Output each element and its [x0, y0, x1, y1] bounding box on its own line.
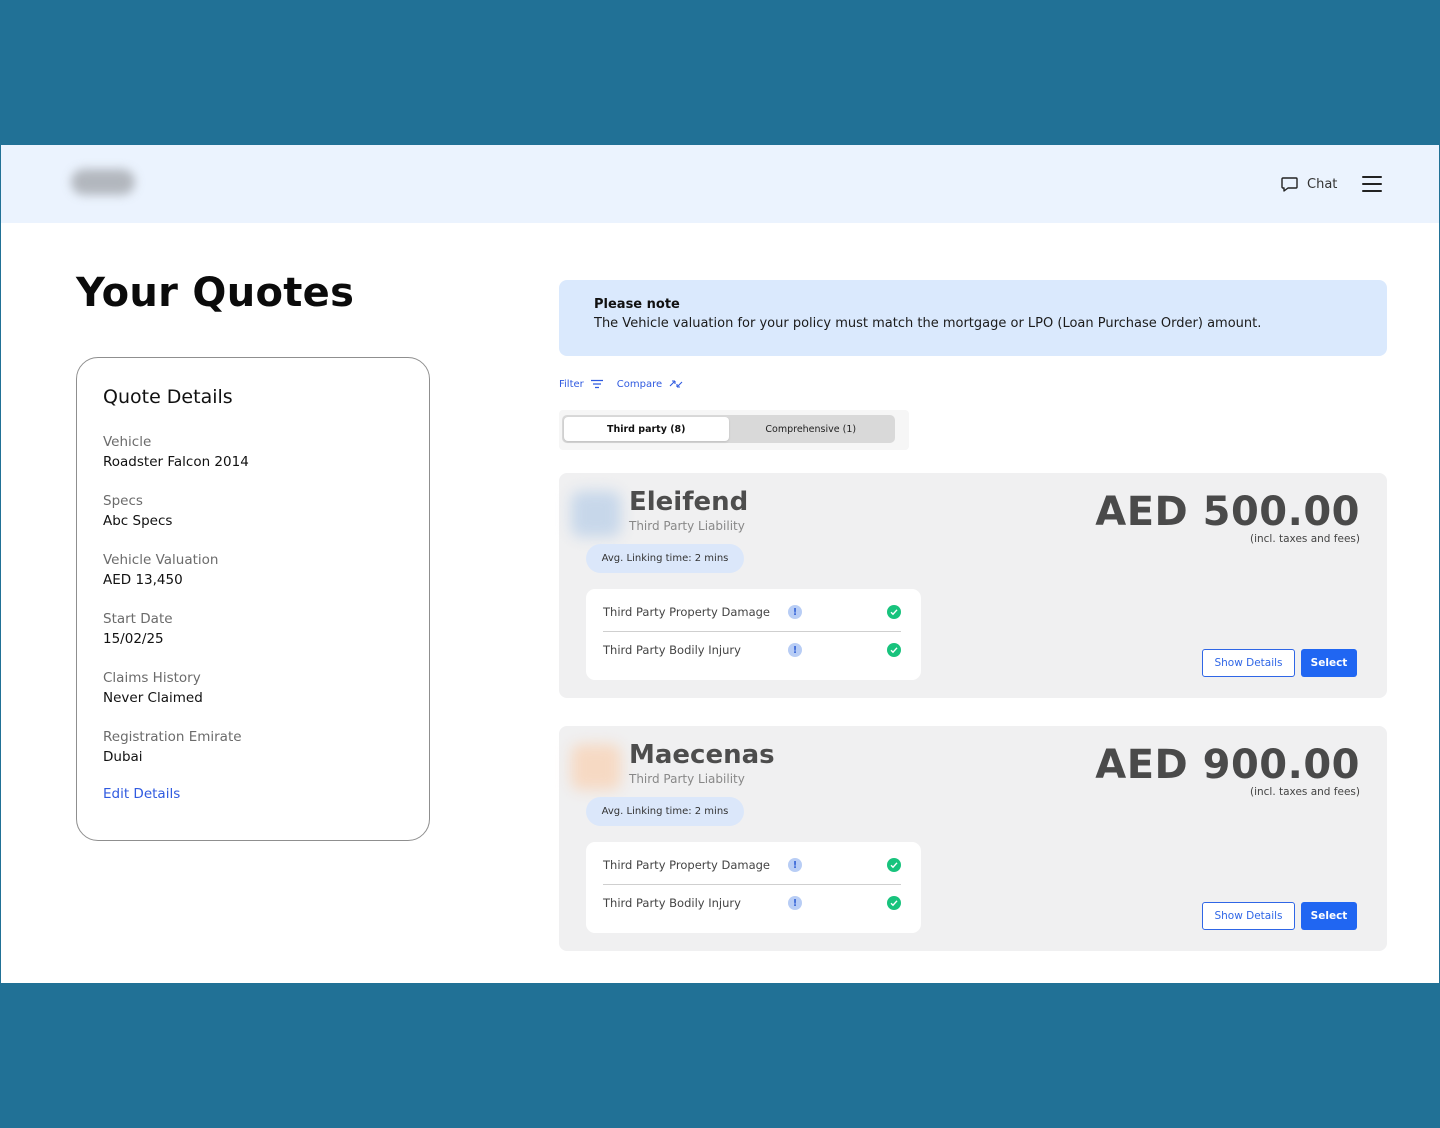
tab-third-party[interactable]: Third party (8)	[564, 417, 729, 441]
check-icon	[887, 605, 901, 619]
price-note: (incl. taxes and fees)	[1249, 533, 1360, 545]
cover-item: Third Party Bodily Injury !	[603, 631, 901, 669]
field-value: Dubai	[103, 749, 143, 765]
compare-icon	[669, 380, 683, 388]
show-details-button[interactable]: Show Details	[1202, 649, 1295, 677]
field-value: AED 13,450	[103, 572, 183, 588]
insurer-name: Eleifend	[629, 487, 749, 517]
insurer-logo	[571, 491, 621, 537]
app-window: Chat Your Quotes Quote Details Vehicle R…	[1, 145, 1439, 983]
tab-comprehensive[interactable]: Comprehensive (1)	[729, 417, 894, 441]
filter-icon	[590, 379, 603, 389]
note-text: The Vehicle valuation for your policy mu…	[594, 316, 1262, 331]
field-label: Vehicle Valuation	[103, 552, 219, 568]
field-label: Vehicle	[103, 434, 152, 450]
cover-label: Third Party Bodily Injury	[603, 896, 741, 910]
check-icon	[887, 858, 901, 872]
page-title: Your Quotes	[76, 270, 355, 316]
cover-list: Third Party Property Damage ! Third Part…	[586, 842, 921, 933]
filter-button[interactable]: Filter	[559, 378, 603, 390]
quote-price: AED 900.00	[1095, 742, 1360, 788]
field-vehicle: Vehicle Roadster Falcon 2014	[103, 432, 249, 472]
field-start-date: Start Date 15/02/25	[103, 609, 173, 649]
quote-price: AED 500.00	[1095, 489, 1360, 535]
quote-details-card: Quote Details Vehicle Roadster Falcon 20…	[76, 357, 430, 841]
brand-logo[interactable]	[71, 169, 135, 195]
chat-bubble-icon	[1280, 175, 1299, 194]
note-title: Please note	[594, 297, 680, 312]
field-value: 15/02/25	[103, 631, 164, 647]
plan-name: Third Party Liability	[629, 772, 745, 786]
insurer-name: Maecenas	[629, 740, 775, 770]
cover-item: Third Party Bodily Injury !	[603, 884, 901, 922]
chat-label: Chat	[1307, 176, 1338, 192]
quote-card: Eleifend Third Party Liability Avg. Link…	[559, 473, 1387, 698]
quote-card: Maecenas Third Party Liability Avg. Link…	[559, 726, 1387, 951]
info-icon[interactable]: !	[788, 643, 802, 657]
info-icon[interactable]: !	[788, 605, 802, 619]
insurer-logo	[571, 744, 621, 790]
coverage-tabs: Third party (8) Comprehensive (1)	[559, 410, 909, 450]
linking-time-badge: Avg. Linking time: 2 mins	[586, 544, 744, 573]
info-icon[interactable]: !	[788, 896, 802, 910]
check-icon	[887, 896, 901, 910]
field-label: Specs	[103, 493, 143, 509]
chat-button[interactable]: Chat	[1280, 173, 1337, 195]
select-button[interactable]: Select	[1301, 649, 1357, 677]
cover-label: Third Party Bodily Injury	[603, 643, 741, 657]
linking-time-badge: Avg. Linking time: 2 mins	[586, 797, 744, 826]
hamburger-menu-icon[interactable]	[1362, 176, 1382, 192]
compare-button[interactable]: Compare	[617, 378, 683, 390]
cover-item: Third Party Property Damage !	[603, 846, 901, 885]
field-vehicle-valuation: Vehicle Valuation AED 13,450	[103, 550, 218, 590]
show-details-button[interactable]: Show Details	[1202, 902, 1295, 930]
field-value: Abc Specs	[103, 513, 173, 529]
field-label: Claims History	[103, 670, 201, 686]
field-label: Start Date	[103, 611, 173, 627]
field-claims-history: Claims History Never Claimed	[103, 668, 203, 708]
toolbar: Filter Compare	[559, 378, 683, 390]
info-icon[interactable]: !	[788, 858, 802, 872]
field-specs: Specs Abc Specs	[103, 491, 172, 531]
edit-details-link[interactable]: Edit Details	[103, 786, 180, 802]
cover-label: Third Party Property Damage	[603, 858, 770, 872]
note-banner: Please note The Vehicle valuation for yo…	[559, 280, 1387, 356]
price-note: (incl. taxes and fees)	[1249, 786, 1360, 798]
select-button[interactable]: Select	[1301, 902, 1357, 930]
cover-item: Third Party Property Damage !	[603, 593, 901, 632]
compare-label: Compare	[616, 378, 663, 390]
coverage-tab-switch: Third party (8) Comprehensive (1)	[562, 415, 895, 443]
check-icon	[887, 643, 901, 657]
field-label: Registration Emirate	[103, 729, 242, 745]
field-value: Roadster Falcon 2014	[103, 454, 249, 470]
quote-details-title: Quote Details	[103, 386, 233, 408]
filter-label: Filter	[559, 378, 584, 390]
top-nav-bar: Chat	[1, 145, 1439, 223]
cover-label: Third Party Property Damage	[603, 605, 770, 619]
field-value: Never Claimed	[103, 690, 203, 706]
field-registration-emirate: Registration Emirate Dubai	[103, 727, 242, 767]
plan-name: Third Party Liability	[629, 519, 745, 533]
cover-list: Third Party Property Damage ! Third Part…	[586, 589, 921, 680]
